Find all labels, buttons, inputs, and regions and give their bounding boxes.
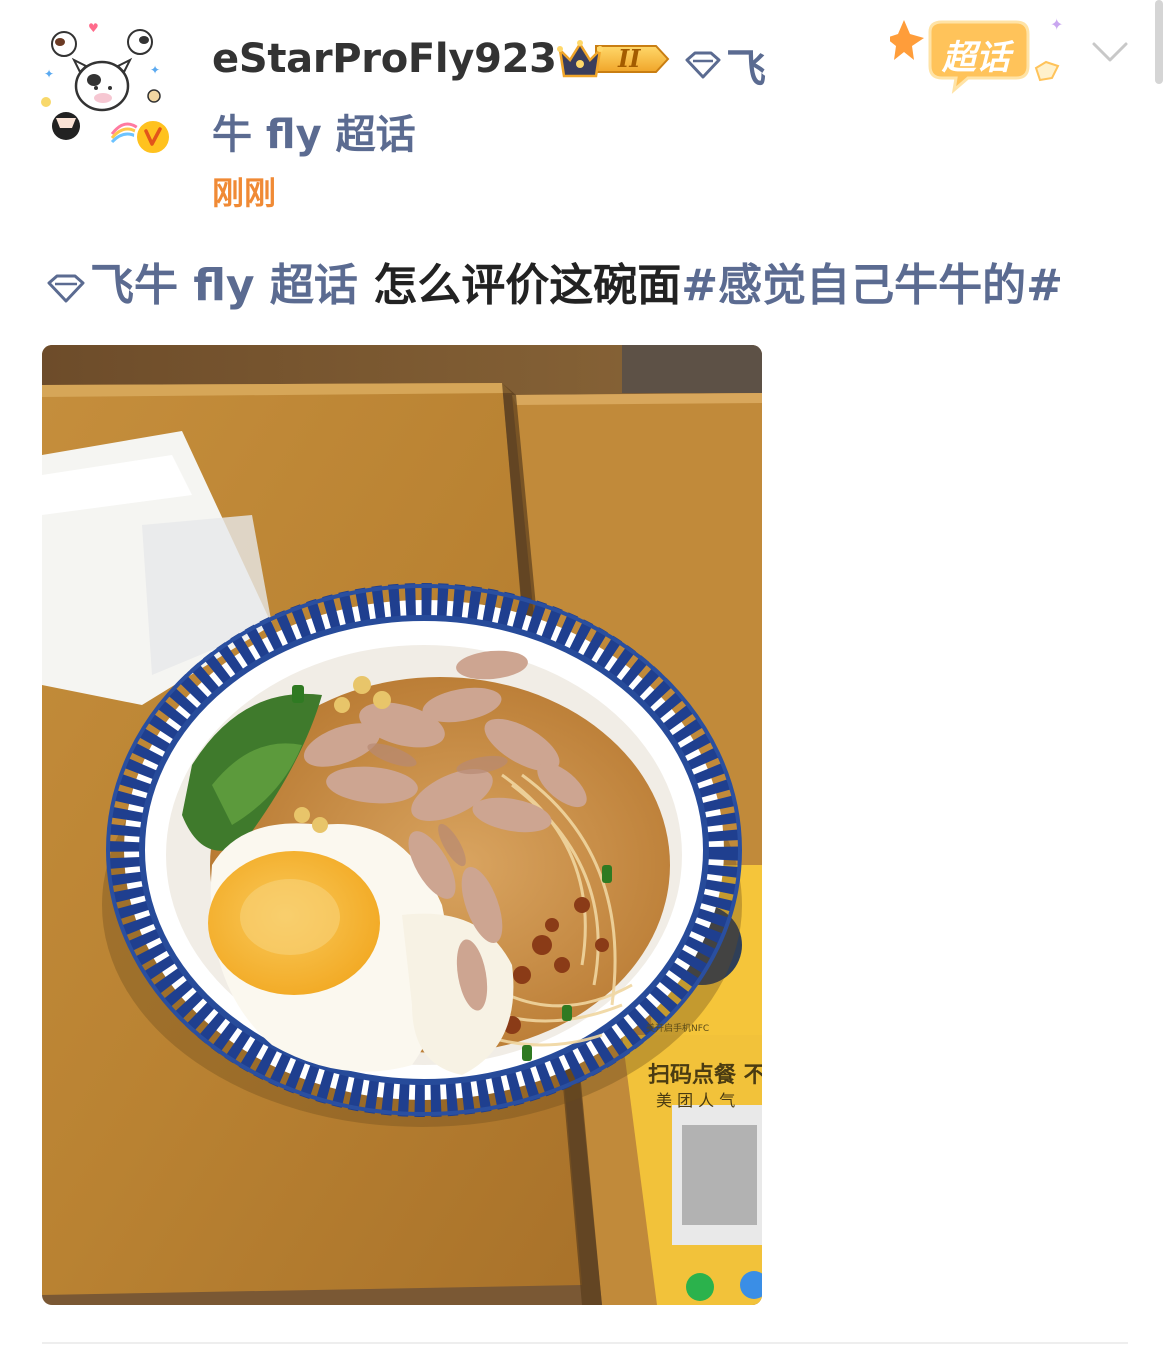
post-timestamp: 刚刚	[212, 174, 277, 212]
username[interactable]: eStarProFly923	[212, 36, 557, 82]
topic-link[interactable]: 飞	[684, 36, 766, 94]
crown-fan-badge-icon	[557, 40, 670, 78]
scrollbar[interactable]	[1155, 0, 1163, 84]
content-text: 怎么评价这碗面	[373, 260, 682, 311]
supertopic-badge[interactable]: ✦ 超话	[886, 8, 1080, 98]
svg-text:✦: ✦	[1050, 15, 1063, 34]
content-topic-link[interactable]: 飞牛 fly 超话	[46, 260, 373, 311]
svg-text:♥: ♥	[88, 21, 99, 35]
content-hashtag[interactable]: #感觉自己牛牛的#	[681, 260, 1063, 311]
fan-level-label: II	[618, 44, 641, 73]
post-photo[interactable]: 美开启手机NFC 扫码点餐 不 美 团 人 气	[42, 345, 762, 1305]
divider	[42, 1342, 1128, 1344]
diamond-topic-icon	[685, 51, 721, 79]
photo-card-subtitle: 美 团 人 气	[656, 1091, 736, 1110]
diamond-topic-icon	[47, 274, 85, 303]
photo-card-title: 扫码点餐 不	[648, 1063, 762, 1088]
chevron-down-icon	[1092, 42, 1128, 62]
more-options-button[interactable]	[1090, 38, 1130, 66]
svg-text:✦: ✦	[44, 67, 54, 81]
topic-name-part2[interactable]: 牛 fly 超话	[212, 102, 416, 160]
noodle-bowl-photo	[42, 345, 762, 1305]
photo-nfc-text: 美开启手机NFC	[646, 1024, 710, 1034]
svg-text:✦: ✦	[150, 63, 160, 77]
topic-name-part1: 飞	[726, 46, 766, 92]
crown-fan-badge[interactable]: II	[556, 38, 672, 80]
supertopic-badge-label: 超话	[942, 38, 1010, 78]
post-content: 飞牛 fly 超话 怎么评价这碗面#感觉自己牛牛的#	[46, 256, 1063, 316]
content-topic-label: 飞牛 fly 超话	[90, 260, 358, 311]
avatar-container[interactable]: ✦ ✦ ♥	[30, 12, 178, 160]
verified-v-icon	[134, 118, 172, 156]
